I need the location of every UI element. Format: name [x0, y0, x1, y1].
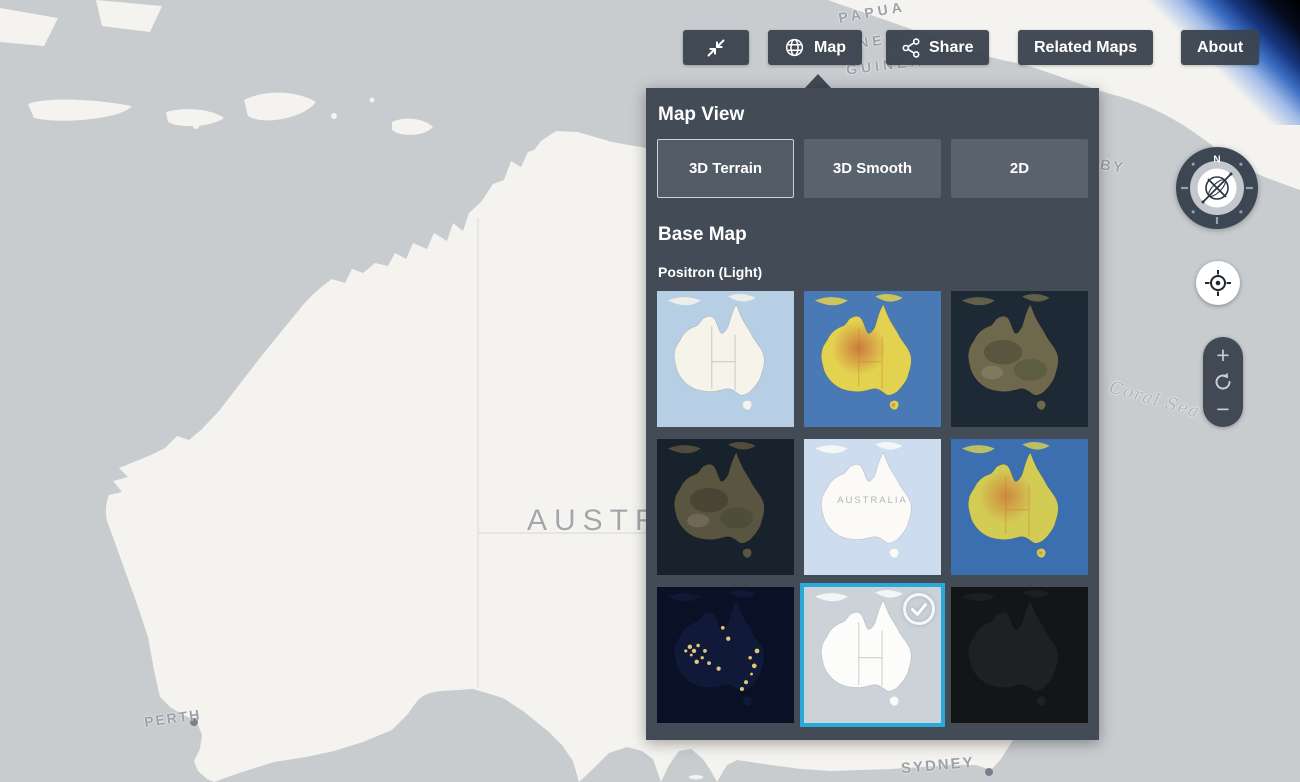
zoom-out-button[interactable]: −: [1210, 398, 1235, 420]
compass-north-label: N: [1213, 155, 1220, 166]
view-option-3d-smooth[interactable]: 3D Smooth: [804, 139, 941, 198]
basemap-thumbnail-streets-light[interactable]: AUSTRALIA: [804, 439, 941, 575]
svg-text:AUSTRALIA: AUSTRALIA: [837, 495, 908, 506]
selected-check-icon: [903, 593, 935, 625]
related-maps-button[interactable]: Related Maps: [1018, 30, 1153, 65]
basemap-thumbnail-earth-at-night[interactable]: [657, 587, 794, 723]
zoom-control: + −: [1203, 337, 1243, 427]
crosshair-icon: [1203, 268, 1233, 298]
basemap-thumbnail-voyager-light[interactable]: [657, 291, 794, 427]
share-nodes-icon: [902, 38, 920, 58]
panel-caret: [804, 74, 832, 89]
related-maps-button-label: Related Maps: [1034, 39, 1137, 57]
locate-button[interactable]: [1196, 261, 1240, 305]
sydney-marker: [985, 768, 993, 776]
basemap-thumbnail-dark-matter[interactable]: [951, 587, 1088, 723]
partial-place-label: BY: [1099, 156, 1126, 176]
map-view-title: Map View: [658, 104, 1088, 126]
zoom-in-button[interactable]: +: [1210, 344, 1235, 366]
view-option-2d[interactable]: 2D: [951, 139, 1088, 198]
base-map-title: Base Map: [658, 224, 1088, 246]
basemap-thumbnail-positron-light[interactable]: [804, 587, 941, 723]
base-map-selected-name: Positron (Light): [658, 264, 1088, 280]
map-settings-panel: Map View 3D Terrain3D Smooth2D Base Map …: [646, 88, 1099, 740]
rotate-icon: [1212, 381, 1234, 396]
share-button[interactable]: Share: [886, 30, 989, 65]
basemap-thumbnail-terrain-relief-green[interactable]: [951, 439, 1088, 575]
map-button-label: Map: [814, 39, 846, 57]
basemap-thumbnail-terrain-relief-warm[interactable]: [804, 291, 941, 427]
view-option-3d-terrain[interactable]: 3D Terrain: [657, 139, 794, 198]
globe-icon: [784, 37, 805, 58]
basemap-thumbnail-satellite-labels[interactable]: [951, 291, 1088, 427]
collapse-button[interactable]: [683, 30, 749, 65]
collapse-arrows-icon: [705, 37, 727, 59]
about-button[interactable]: About: [1181, 30, 1259, 65]
basemap-thumbnail-satellite-dark[interactable]: [657, 439, 794, 575]
map-button[interactable]: Map: [768, 30, 862, 65]
compass-control[interactable]: N: [1175, 146, 1259, 230]
rotate-reset-button[interactable]: [1212, 371, 1234, 393]
base-map-grid: AUSTRALIA: [657, 291, 1088, 723]
map-view-options: 3D Terrain3D Smooth2D: [657, 139, 1088, 198]
share-button-label: Share: [929, 39, 973, 57]
map-application: AUSTRALIA PAPUA NEW GUINEA BY Coral Sea …: [0, 0, 1300, 782]
about-button-label: About: [1197, 39, 1243, 57]
